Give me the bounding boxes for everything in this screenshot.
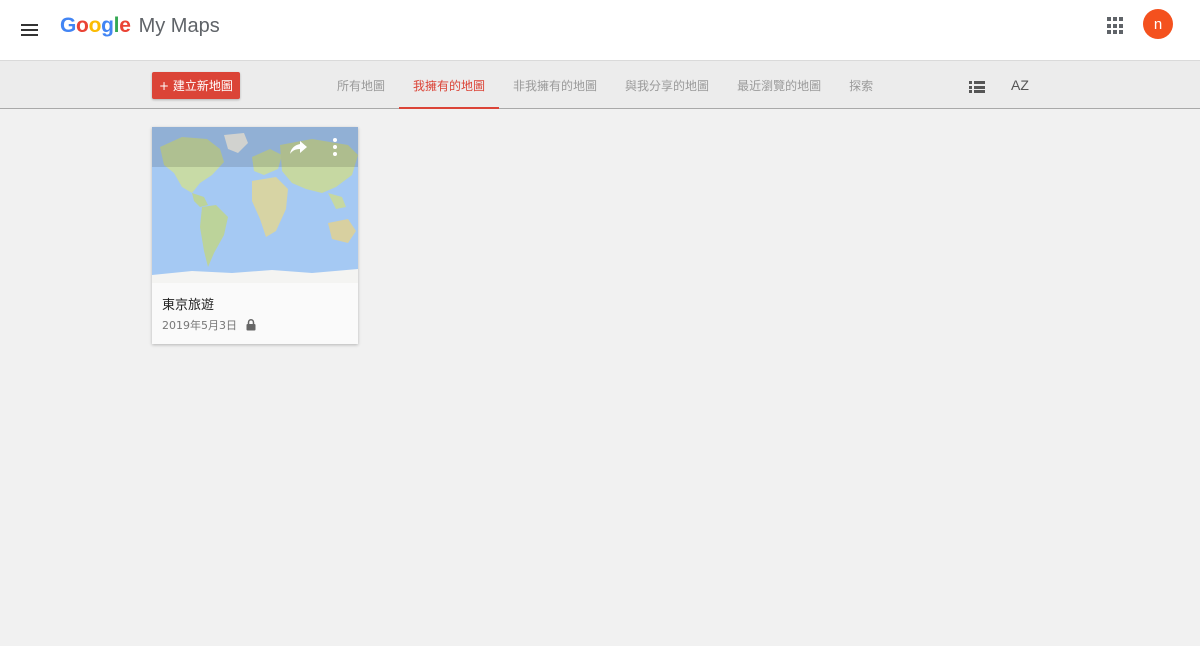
map-filter-tabs: 所有地圖 我擁有的地圖 非我擁有的地圖 與我分享的地圖 最近瀏覽的地圖 探索	[323, 61, 887, 109]
more-vert-icon[interactable]	[329, 136, 341, 158]
toolbar: + 建立新地圖 所有地圖 我擁有的地圖 非我擁有的地圖 與我分享的地圖 最近瀏覽…	[0, 60, 1200, 109]
sort-az-icon[interactable]: AZ	[1011, 77, 1029, 93]
create-map-button[interactable]: + 建立新地圖	[152, 72, 240, 99]
avatar[interactable]: n	[1143, 9, 1173, 39]
map-card[interactable]: 東京旅遊 2019年5月3日	[152, 127, 358, 344]
app-logo[interactable]: Google My Maps	[60, 14, 220, 44]
app-header: Google My Maps n	[0, 0, 1200, 60]
product-name: My Maps	[138, 15, 220, 37]
share-icon[interactable]	[289, 137, 309, 157]
tab-all-maps[interactable]: 所有地圖	[323, 61, 399, 109]
map-title[interactable]: 東京旅遊	[162, 294, 214, 313]
list-view-icon[interactable]	[969, 81, 985, 93]
tab-recent-maps[interactable]: 最近瀏覽的地圖	[723, 61, 835, 109]
tab-not-owned-maps[interactable]: 非我擁有的地圖	[499, 61, 611, 109]
map-date: 2019年5月3日	[162, 319, 237, 332]
map-thumbnail	[152, 127, 358, 283]
tab-explore[interactable]: 探索	[835, 61, 887, 109]
menu-icon[interactable]	[20, 20, 40, 40]
map-meta: 2019年5月3日	[162, 317, 256, 333]
tab-shared-maps[interactable]: 與我分享的地圖	[611, 61, 723, 109]
world-map-image	[152, 127, 358, 283]
apps-grid-icon[interactable]	[1107, 17, 1125, 35]
google-wordmark: Google	[60, 14, 131, 37]
tab-owned-maps[interactable]: 我擁有的地圖	[399, 61, 500, 109]
lock-icon	[246, 319, 256, 331]
